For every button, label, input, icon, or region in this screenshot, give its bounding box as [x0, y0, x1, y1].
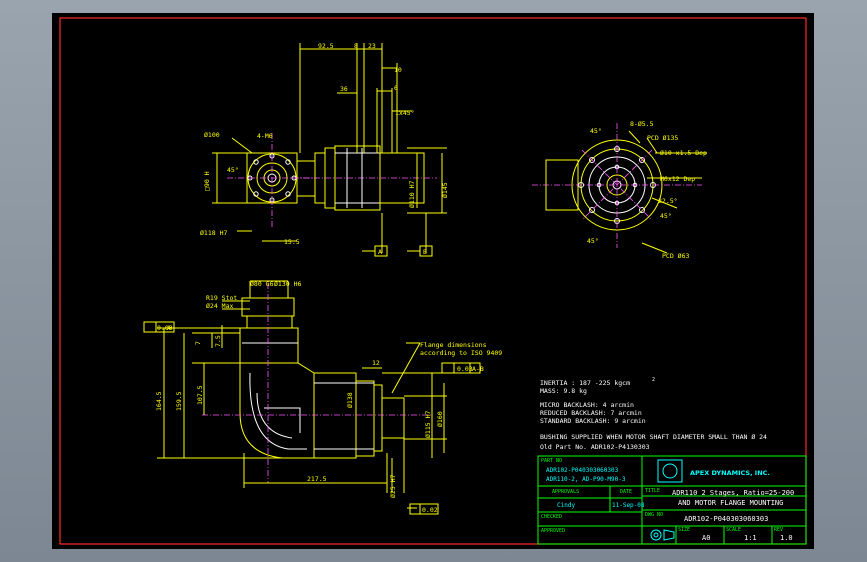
flange-note: Flange dimensions — [420, 341, 487, 349]
note-mass: MASS: 9.8 kg — [540, 387, 587, 395]
dim-4-m6: 4-M6 — [257, 132, 273, 140]
tb-date-label: DATE — [620, 489, 632, 495]
cad-viewport[interactable]: 92.5 8 23 10 36 6 1x45° 4-M6 Ø100 45° □9… — [52, 13, 814, 549]
projection-symbol — [650, 529, 675, 541]
dim-24: Ø24 Max — [206, 302, 233, 310]
tb-approved-label: APPROVED — [541, 528, 565, 534]
sheet-border — [59, 17, 807, 545]
tb-scale: 1:1 — [744, 534, 757, 542]
tb-rev: 1.0 — [780, 534, 793, 542]
dim-92-5: 92.5 — [318, 42, 334, 50]
tb-drawn: Cindy — [557, 502, 575, 509]
top-right-view: 8-Ø5.5 45° PCD Ø135 Ø10 x1.5 Dep M6x12 D… — [532, 120, 707, 260]
dim-159-5: 159.5 — [175, 391, 183, 411]
dim-145: Ø145 — [441, 182, 449, 198]
dim-90: □90 H — [203, 171, 211, 191]
dim-7-5: 7.5 — [214, 335, 222, 347]
dim-12: 12 — [372, 359, 380, 367]
tol-0-03-b: 0.03 — [457, 365, 473, 373]
dim-r19: R19 Stot — [206, 294, 237, 302]
note-old-part: Old Part No. ADR102-P4130303 — [540, 443, 650, 451]
tb-title-2: AND MOTOR FLANGE MOUNTING — [678, 499, 783, 507]
dim-45-b: 45° — [660, 212, 672, 220]
tb-size: A0 — [702, 534, 710, 542]
bottom-side-view: 0.03 A 0.03 A-B 0.02 Ø80 G6 Ø130 H6 R19 … — [143, 280, 502, 515]
dim-dia110: Ø110 H7 — [408, 181, 416, 208]
note-bushing: BUSHING SUPPLIED WHEN MOTOR SHAFT DIAMET… — [540, 433, 767, 441]
dim-23: 23 — [368, 42, 376, 50]
dim-100: Ø100 — [204, 131, 220, 139]
dim-36: 36 — [340, 85, 348, 93]
tb-title-1: ADR110 2 Stages, Ratio=25-200 — [672, 489, 794, 497]
dim-45: 45° — [227, 166, 239, 174]
tb-date: 11-Sep-08 — [612, 502, 645, 509]
dim-107-5: 107.5 — [196, 385, 204, 405]
dim-45-c: 45° — [587, 237, 599, 245]
dim-pcd135: PCD Ø135 — [647, 134, 678, 142]
dim-1x45: 1x45° — [395, 109, 415, 117]
tb-dwg: ADR102-P040303060303 — [684, 515, 768, 523]
dim-m10: Ø10 x1.5 Dep — [660, 149, 707, 157]
dim-160: Ø160 — [436, 411, 444, 427]
tb-dwg-label: DWG NO — [645, 512, 663, 518]
dim-dia25: Ø25 H7 — [389, 474, 397, 498]
dim-m6: M6x12 Dep — [660, 175, 695, 183]
dim-22-5: 22.5° — [658, 197, 678, 205]
title-block: PART NO ADR102-P040303060303 ADR110-2, A… — [537, 455, 807, 545]
tb-rev-label: REV — [774, 527, 783, 533]
note-micro: MICRO BACKLASH: 4 arcmin — [540, 401, 634, 409]
tb-company: APEX DYNAMICS, INC. — [690, 469, 770, 477]
dim-118: Ø118 H7 — [200, 229, 227, 237]
dim-dia115: Ø115 H7 — [424, 411, 432, 438]
iso-note: according to ISO 9409 — [420, 349, 502, 357]
tb-checked-label: CHECKED — [541, 514, 562, 520]
dim-138: Ø138 — [346, 392, 354, 408]
note-inertia-sup: 2 — [652, 377, 655, 383]
tb-size-label: SIZE — [678, 527, 690, 533]
spec-notes: INERTIA : 187 -225 kgcm 2 MASS: 9.8 kg M… — [540, 377, 767, 451]
note-inertia: INERTIA : 187 -225 kgcm — [540, 379, 630, 387]
dim-8: 8 — [354, 42, 358, 50]
tol-a: A — [167, 324, 171, 332]
note-reduced: REDUCED BACKLASH: 7 arcmin — [540, 409, 642, 417]
note-standard: STANDARD BACKLASH: 9 arcmin — [540, 417, 646, 425]
company-logo — [657, 459, 683, 483]
dim-8-d5-5: 8-Ø5.5 — [630, 120, 654, 128]
tb-part-2: ADR110-2, AD-P90-M90-3 — [546, 476, 626, 483]
tol-ab: A-B — [472, 365, 484, 373]
tol-0-02: 0.02 — [422, 506, 438, 514]
dim-6: 6 — [394, 84, 398, 92]
dim-45-a: 45° — [590, 127, 602, 135]
dim-pcd63: PCD Ø63 — [662, 252, 689, 260]
datum-a: A — [378, 248, 382, 256]
dim-10: 10 — [394, 66, 402, 74]
dim-7: 7 — [194, 341, 202, 345]
dim-130: Ø130 H6 — [274, 280, 301, 288]
dim-217-5: 217.5 — [307, 475, 327, 483]
tb-drawn-label: APPROVALS — [552, 489, 579, 495]
drawing-sheet: 92.5 8 23 10 36 6 1x45° 4-M6 Ø100 45° □9… — [59, 17, 807, 545]
tb-title-label: TITLE — [645, 488, 660, 494]
datum-b: B — [423, 248, 427, 256]
dim-15-5: 15.5 — [284, 238, 300, 246]
dim-164-5: 164.5 — [155, 391, 163, 411]
tb-scale-label: SCALE — [726, 527, 741, 533]
tb-part-1: ADR102-P040303060303 — [546, 467, 619, 474]
dim-80: Ø80 G6 — [250, 280, 274, 288]
tb-part-no-label: PART NO — [541, 458, 562, 464]
top-left-view: 92.5 8 23 10 36 6 1x45° 4-M6 Ø100 45° □9… — [200, 42, 449, 257]
